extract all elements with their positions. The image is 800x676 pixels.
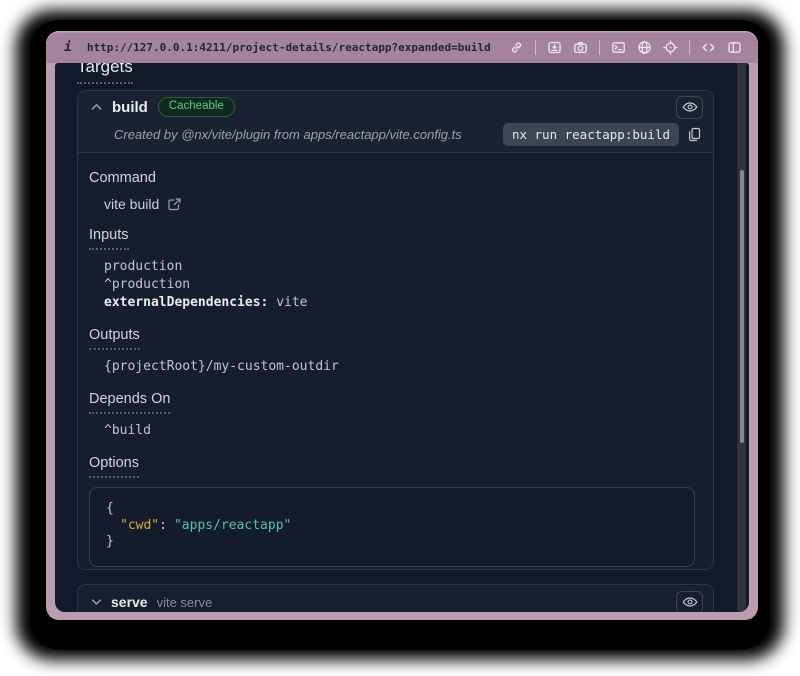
run-command-chip: nx run reactapp:build	[503, 123, 679, 146]
inputs-section-heading: Inputs	[89, 227, 699, 250]
json-cwd-line: "cwd": "apps/reactapp"	[106, 518, 678, 535]
serve-target-card: serve vite serve	[77, 584, 714, 612]
view-target-button[interactable]	[676, 96, 703, 119]
json-key: "cwd"	[120, 518, 159, 533]
output-item: {projectRoot}/my-custom-outdir	[104, 358, 699, 376]
depends-on-section-heading: Depends On	[89, 391, 699, 414]
eye-icon	[682, 596, 698, 608]
target-name: build	[112, 99, 148, 116]
cacheable-badge: Cacheable	[158, 97, 235, 118]
chevron-down-icon	[91, 598, 102, 606]
depends-on-item: ^build	[104, 422, 699, 440]
toolbar-divider	[689, 40, 690, 55]
options-section-heading: Options	[89, 455, 699, 478]
json-value: "apps/reactapp"	[174, 518, 291, 533]
inputs-list: production ^production externalDependenc…	[104, 258, 699, 312]
browser-toolbar: i http://127.0.0.1:4211/project-details/…	[46, 31, 758, 63]
build-target-card: build Cacheable Created by	[77, 90, 714, 570]
toolbar-divider	[535, 40, 536, 55]
input-item: ^production	[104, 276, 699, 294]
json-colon: :	[159, 518, 167, 533]
chevron-up-icon	[91, 103, 102, 111]
targets-heading: Targets	[77, 63, 133, 84]
url-bar[interactable]: http://127.0.0.1:4211/project-details/re…	[87, 41, 491, 54]
options-json-block: { "cwd": "apps/reactapp" }	[89, 487, 695, 567]
external-link-icon[interactable]	[168, 198, 181, 211]
serve-command-subtitle: vite serve	[157, 595, 213, 610]
build-header-row[interactable]: build Cacheable	[88, 91, 703, 123]
command-value-row: vite build	[104, 196, 699, 212]
split-panel-icon[interactable]	[727, 40, 742, 55]
import-icon[interactable]	[547, 40, 562, 55]
view-target-button[interactable]	[676, 591, 703, 613]
created-by-text: Created by @nx/vite/plugin from apps/rea…	[114, 127, 462, 142]
build-header-meta-row: Created by @nx/vite/plugin from apps/rea…	[88, 123, 703, 152]
globe-icon[interactable]	[637, 40, 652, 55]
eye-icon	[682, 101, 698, 113]
embedded-browser-window: i http://127.0.0.1:4211/project-details/…	[46, 31, 758, 620]
outputs-list: {projectRoot}/my-custom-outdir	[104, 358, 699, 376]
build-card-header: build Cacheable Created by	[78, 91, 713, 153]
copy-command-button[interactable]	[688, 127, 701, 142]
command-value: vite build	[104, 196, 159, 212]
link-icon[interactable]	[509, 40, 524, 55]
toolbar-divider	[599, 40, 600, 55]
depends-on-list: ^build	[104, 422, 699, 440]
scrollbar-track[interactable]	[737, 63, 746, 612]
code-brackets-icon[interactable]	[701, 40, 716, 55]
json-open-brace: {	[106, 501, 678, 518]
info-icon[interactable]: i	[64, 40, 72, 55]
target-name: serve	[111, 594, 148, 610]
scrollbar-thumb[interactable]	[740, 170, 744, 443]
command-section-heading: Command	[89, 170, 699, 186]
terminal-icon[interactable]	[611, 40, 626, 55]
target-crosshair-icon[interactable]	[663, 40, 678, 55]
copy-icon	[688, 127, 701, 142]
camera-icon[interactable]	[573, 40, 588, 55]
screenshot-stage: i http://127.0.0.1:4211/project-details/…	[0, 0, 800, 676]
json-close-brace: }	[106, 534, 678, 551]
page-viewport: Targets build Cacheable	[55, 63, 749, 612]
outputs-section-heading: Outputs	[89, 327, 699, 350]
input-item: production	[104, 258, 699, 276]
serve-header-row[interactable]: serve vite serve	[78, 585, 713, 612]
build-card-body: Command vite build Input	[78, 153, 713, 567]
toolbar-actions	[509, 40, 742, 55]
input-item-external-deps: externalDependencies: vite	[104, 294, 699, 312]
